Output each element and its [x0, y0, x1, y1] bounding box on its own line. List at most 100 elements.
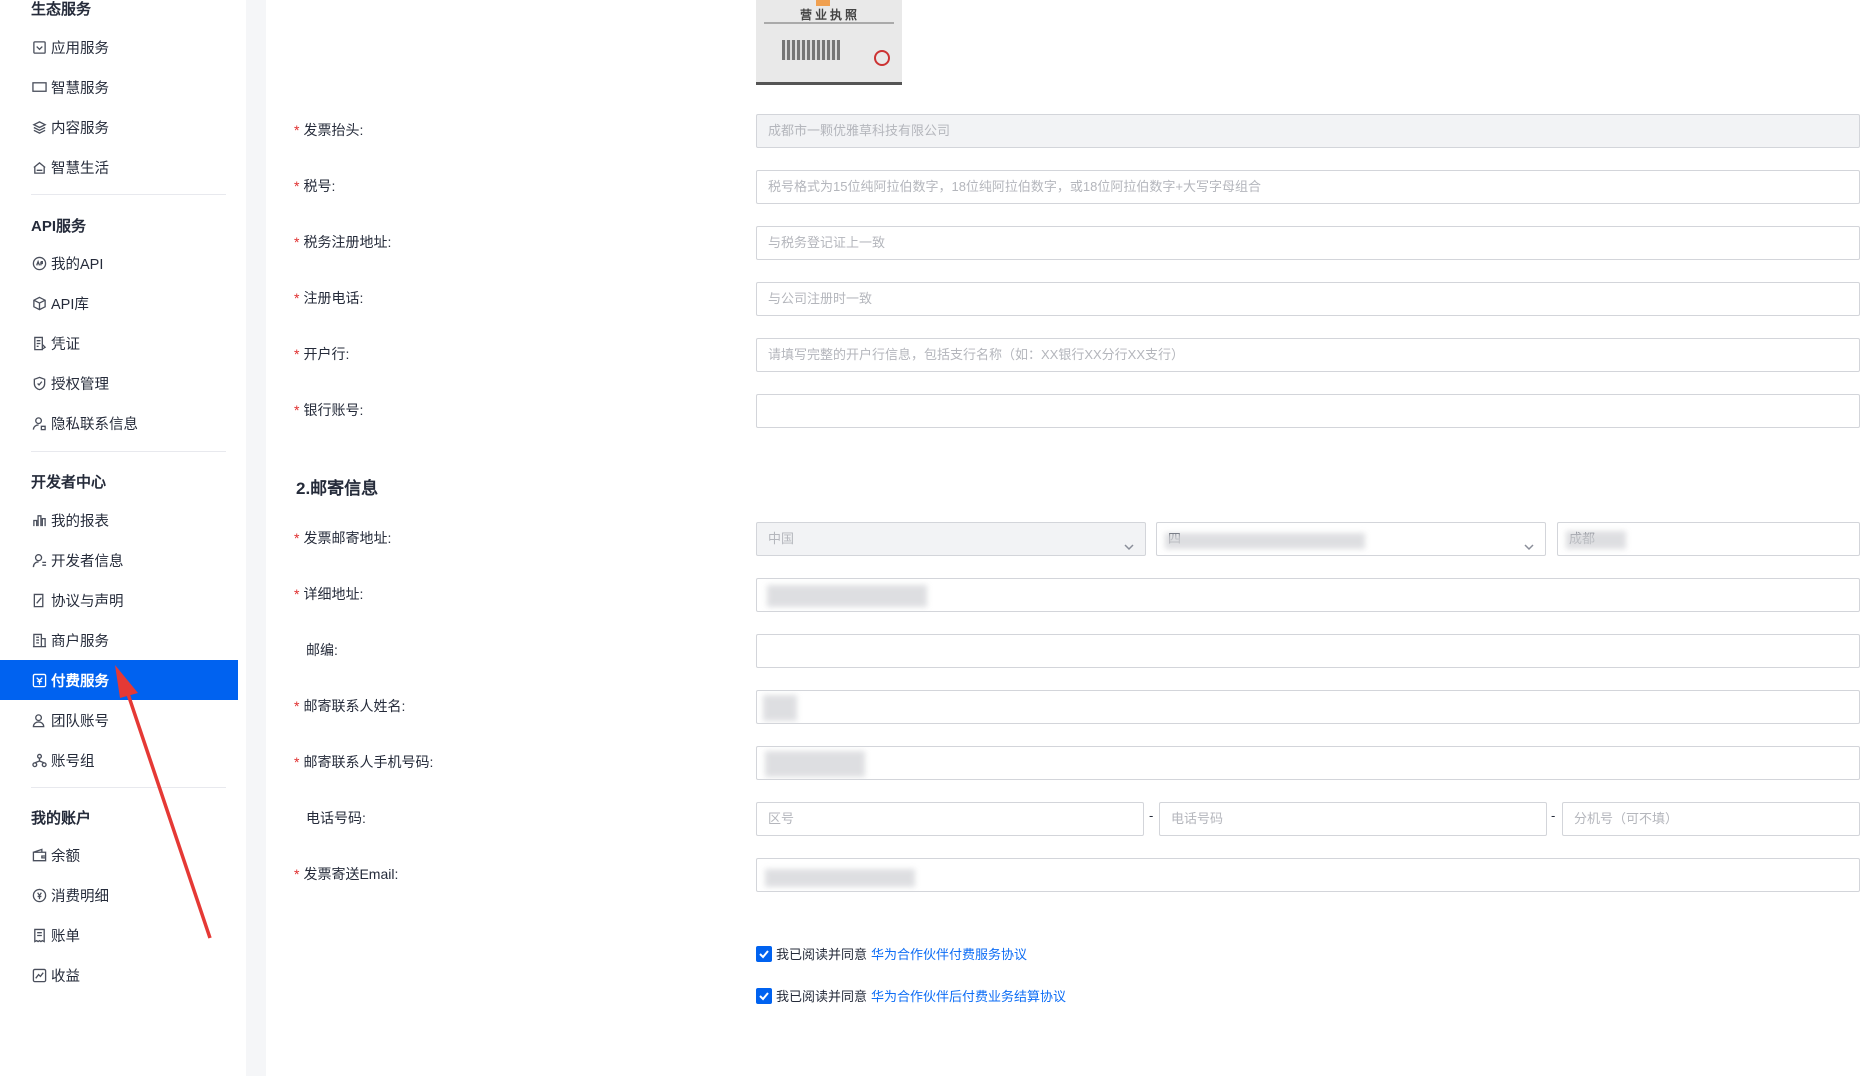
sidebar-item-label: 凭证: [51, 336, 80, 353]
invoice-email-input[interactable]: [756, 858, 1860, 892]
tax-number-input[interactable]: 税号格式为15位纯阿拉伯数字，18位纯阿拉伯数字，或18位阿拉伯数字+大写字母组…: [756, 170, 1860, 204]
sidebar-item-merchant-service[interactable]: 商户服务: [0, 620, 238, 660]
sidebar-item-app-service[interactable]: 应用服务: [0, 27, 238, 67]
sidebar-item-content-service[interactable]: 内容服务: [0, 107, 238, 147]
chevron-down-icon: [1523, 533, 1535, 551]
group-icon: [31, 752, 47, 768]
agreement-paid-service: 我已阅读并同意 华为合作伙伴付费服务协议: [756, 944, 1027, 963]
required-mark: *: [294, 402, 300, 418]
sidebar-item-label: 应用服务: [51, 40, 109, 57]
layers-icon: [31, 119, 47, 135]
sidebar-item-account-group[interactable]: 账号组: [0, 740, 238, 780]
chevron-down-icon: [1123, 533, 1135, 551]
sidebar-item-consumption-details[interactable]: 消费明细: [0, 875, 238, 915]
invoice-title-input: 成都市一颗优雅草科技有限公司: [756, 114, 1860, 148]
invoice-email-label: * 发票寄送Email:: [294, 866, 399, 882]
sidebar-item-label: 付费服务: [51, 673, 109, 690]
sidebar-item-label: 内容服务: [51, 120, 109, 137]
checkmark-icon: [759, 949, 769, 958]
phone-number-input[interactable]: 电话号码: [1159, 802, 1547, 836]
contact-phone-input[interactable]: [756, 746, 1860, 780]
extension-input[interactable]: 分机号（可不填）: [1562, 802, 1860, 836]
invoice-title-label: * 发票抬头:: [294, 122, 364, 138]
mailing-address-label: * 发票邮寄地址:: [294, 530, 392, 546]
sidebar-item-balance[interactable]: 余额: [0, 835, 238, 875]
country-select[interactable]: 中国: [756, 522, 1146, 556]
sidebar-item-label: 隐私联系信息: [51, 416, 138, 433]
group-title-my-account: 我的账户: [31, 810, 92, 827]
postpaid-settlement-agreement-link[interactable]: 华为合作伙伴后付费业务结算协议: [871, 986, 1066, 1005]
group-title-ecosystem: 生态服务: [31, 1, 92, 18]
cube-icon: [31, 295, 47, 311]
sidebar-item-label: 智慧生活: [51, 160, 109, 177]
document-icon: [31, 335, 47, 351]
sidebar-item-paid-service[interactable]: 付费服务: [0, 660, 238, 700]
telephone-label: 电话号码:: [306, 810, 366, 826]
sidebar-item-label: 智慧服务: [51, 80, 109, 97]
country-value: 中国: [768, 531, 795, 546]
sidebar-item-label: 余额: [51, 848, 80, 865]
tax-address-label: * 税务注册地址:: [294, 234, 392, 250]
sidebar-item-my-reports[interactable]: 我的报表: [0, 500, 238, 540]
sidebar-item-label: 账号组: [51, 753, 95, 770]
agreement-checkbox[interactable]: [756, 987, 772, 1004]
agreement-prefix: 我已阅读并同意: [776, 947, 868, 962]
paid-service-agreement-link[interactable]: 华为合作伙伴付费服务协议: [871, 944, 1027, 963]
redacted-area: [1566, 531, 1626, 549]
sidebar-item-smart-life[interactable]: 智慧生活: [0, 147, 238, 187]
sidebar-item-bills[interactable]: 账单: [0, 915, 238, 955]
sidebar-item-earnings[interactable]: 收益: [0, 955, 238, 995]
sidebar-item-api-library[interactable]: API库: [0, 283, 238, 323]
sidebar-item-authorization[interactable]: 授权管理: [0, 363, 238, 403]
divider: [31, 787, 226, 788]
contact-name-input[interactable]: [756, 690, 1860, 724]
sidebar-item-my-api[interactable]: 我的API: [0, 243, 238, 283]
province-select[interactable]: 四: [1156, 522, 1546, 556]
sidebar-item-label: 协议与声明: [51, 593, 124, 610]
sidebar-item-agreements[interactable]: 协议与声明: [0, 580, 238, 620]
sidebar-item-label: 我的API: [51, 256, 104, 273]
tax-address-input[interactable]: 与税务登记证上一致: [756, 226, 1860, 260]
registered-phone-label: * 注册电话:: [294, 290, 364, 306]
bank-label: * 开户行:: [294, 346, 350, 362]
redacted-area: [765, 751, 865, 777]
redacted-area: [1165, 533, 1365, 549]
sidebar-item-label: 我的报表: [51, 513, 109, 530]
dash-separator: -: [1551, 808, 1556, 823]
sidebar-item-label: 收益: [51, 968, 80, 985]
bank-account-input[interactable]: [756, 394, 1860, 428]
team-icon: [31, 712, 47, 728]
city-select[interactable]: 成都: [1557, 522, 1860, 556]
redacted-area: [765, 869, 915, 887]
group-title-api: API服务: [31, 218, 87, 235]
bank-account-label: * 银行账号:: [294, 402, 364, 418]
registered-phone-input[interactable]: 与公司注册时一致: [756, 282, 1860, 316]
sidebar-item-label: 团队账号: [51, 713, 109, 730]
home-icon: [31, 159, 47, 175]
trend-icon: [31, 967, 47, 983]
api-icon: [31, 255, 47, 271]
required-mark: *: [294, 178, 300, 194]
group-title-developer-center: 开发者中心: [31, 474, 107, 491]
divider: [31, 194, 226, 195]
section-title-mailing: 2.邮寄信息: [296, 479, 379, 498]
agreement-checkbox[interactable]: [756, 945, 772, 962]
sidebar-item-privacy-contact[interactable]: 隐私联系信息: [0, 403, 238, 443]
sidebar-item-developer-info[interactable]: 开发者信息: [0, 540, 238, 580]
detail-address-label: * 详细地址:: [294, 586, 364, 602]
bank-input[interactable]: 请填写完整的开户行信息，包括支行名称（如：XX银行XX分行XX支行）: [756, 338, 1860, 372]
business-license-image[interactable]: 营业执照: [756, 0, 902, 85]
required-mark: *: [294, 754, 300, 770]
detail-address-input[interactable]: [756, 578, 1860, 612]
sidebar-item-team-account[interactable]: 团队账号: [0, 700, 238, 740]
area-code-input[interactable]: 区号: [756, 802, 1144, 836]
tax-number-label: * 税号:: [294, 178, 336, 194]
postcode-label: 邮编:: [306, 642, 338, 658]
sidebar-item-smart-service[interactable]: 智慧服务: [0, 67, 238, 107]
sidebar-item-credentials[interactable]: 凭证: [0, 323, 238, 363]
contact-phone-label: * 邮寄联系人手机号码:: [294, 754, 434, 770]
screen-icon: [31, 79, 47, 95]
required-mark: *: [294, 234, 300, 250]
user-icon: [31, 552, 47, 568]
postcode-input[interactable]: [756, 634, 1860, 668]
